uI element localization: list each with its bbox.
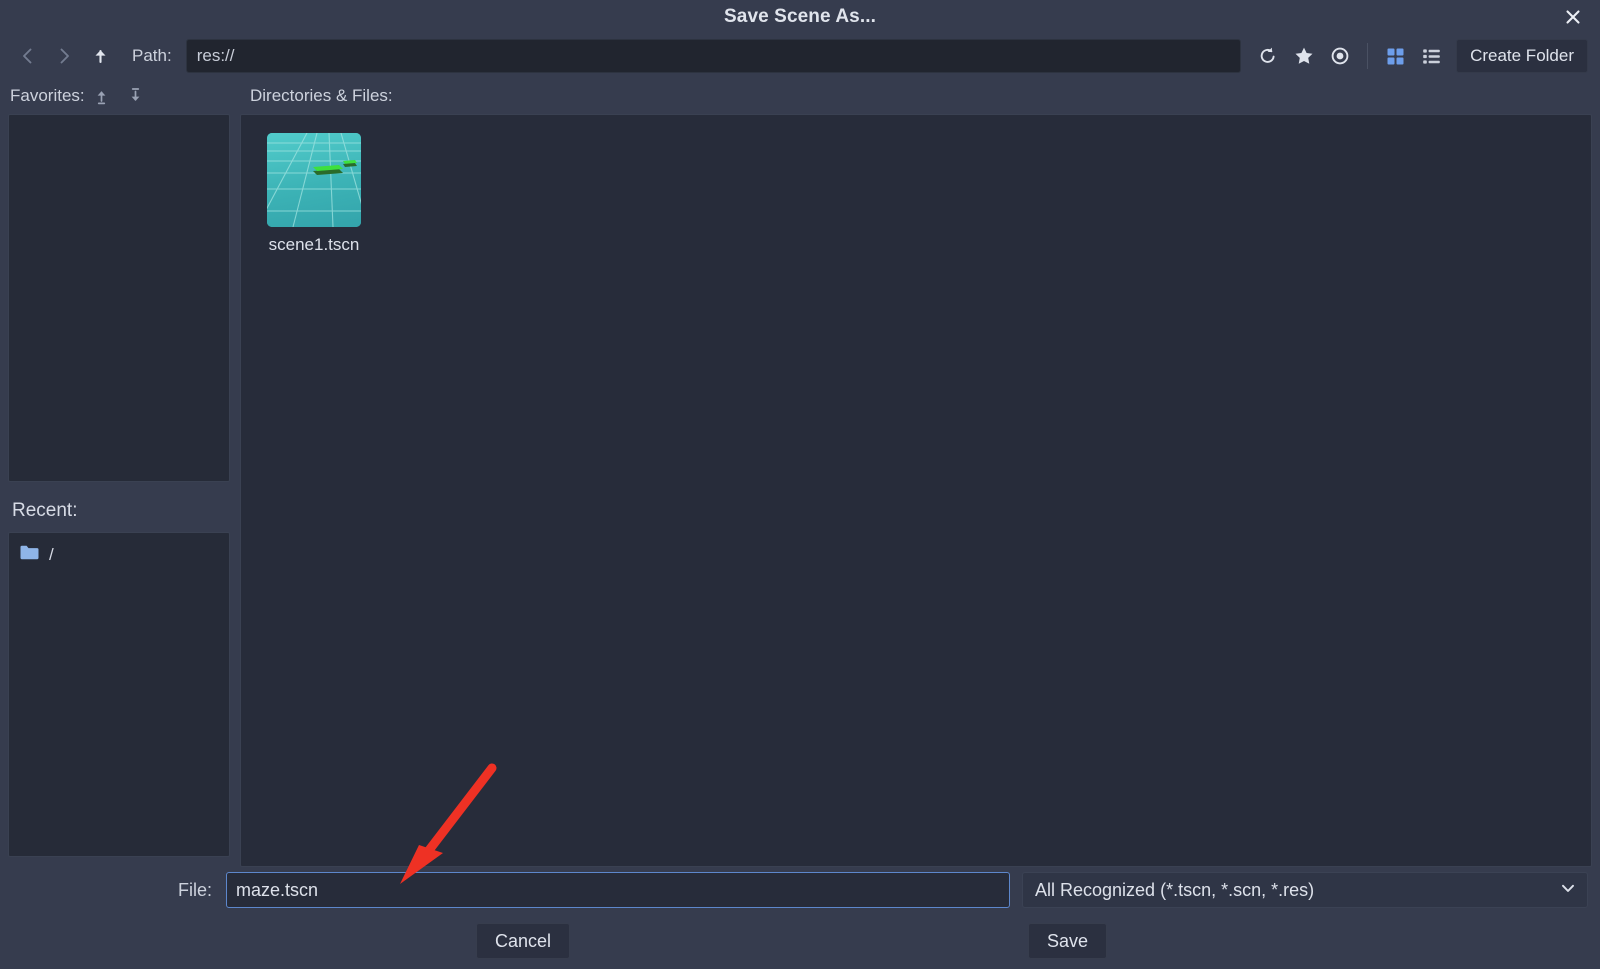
close-icon[interactable] [1558,2,1588,32]
file-type-filter-select[interactable]: All Recognized (*.tscn, *.scn, *.res) [1022,872,1588,908]
star-icon[interactable] [1287,40,1321,72]
path-toolbar: Path: res:// Create Folder [0,34,1600,78]
grid-view-icon[interactable] [1378,40,1412,72]
list-item[interactable]: / [9,539,229,571]
cancel-button[interactable]: Cancel [476,923,571,959]
dialog-titlebar: Save Scene As... [0,0,1600,34]
favorites-list[interactable] [8,114,230,482]
file-item[interactable]: scene1.tscn [255,129,373,259]
save-button[interactable]: Save [1028,923,1108,959]
file-browser-list[interactable]: scene1.tscn [240,114,1592,867]
file-name-row: File: maze.tscn All Recognized (*.tscn, … [0,867,1600,913]
list-item-label: / [49,545,54,564]
list-view-icon[interactable] [1414,40,1448,72]
file-label: File: [177,879,212,900]
save-scene-dialog: Save Scene As... Path: res:// Create Fol… [0,0,1600,969]
move-up-icon[interactable] [85,81,119,111]
section-headers: Favorites: Directories & Files: [0,78,1600,114]
folder-icon [19,544,40,566]
dialog-title: Save Scene As... [724,6,876,27]
move-down-icon[interactable] [119,81,153,111]
file-type-filter-value: All Recognized (*.tscn, *.scn, *.res) [1035,879,1315,900]
create-folder-button[interactable]: Create Folder [1456,39,1588,73]
dialog-body: Recent: / scene1.tscn [0,114,1600,867]
recent-label: Recent: [12,500,78,521]
path-input[interactable]: res:// [185,39,1242,73]
chevron-down-icon [1559,879,1577,902]
file-input[interactable]: maze.tscn [226,872,1010,908]
cancel-button-label: Cancel [495,930,552,951]
recent-list[interactable]: / [8,532,230,857]
save-button-label: Save [1047,930,1089,951]
scene-3d-thumbnail-icon [267,133,361,227]
favorites-label: Favorites: [10,86,85,105]
favorites-header: Favorites: [10,81,236,111]
sidebar: Recent: / [8,114,234,867]
directories-files-label: Directories & Files: [250,86,393,105]
dialog-buttons: Cancel Save [0,913,1600,969]
go-up-button[interactable] [82,39,118,73]
file-item-label: scene1.tscn [268,235,360,254]
view-toolbar [1251,40,1448,72]
create-folder-label: Create Folder [1470,46,1574,65]
refresh-icon[interactable] [1251,40,1285,72]
path-label: Path: [132,46,172,65]
eye-icon[interactable] [1323,40,1357,72]
forward-button[interactable] [46,39,82,73]
back-button[interactable] [10,39,46,73]
toolbar-divider [1367,43,1369,69]
files-column: scene1.tscn [234,114,1596,867]
